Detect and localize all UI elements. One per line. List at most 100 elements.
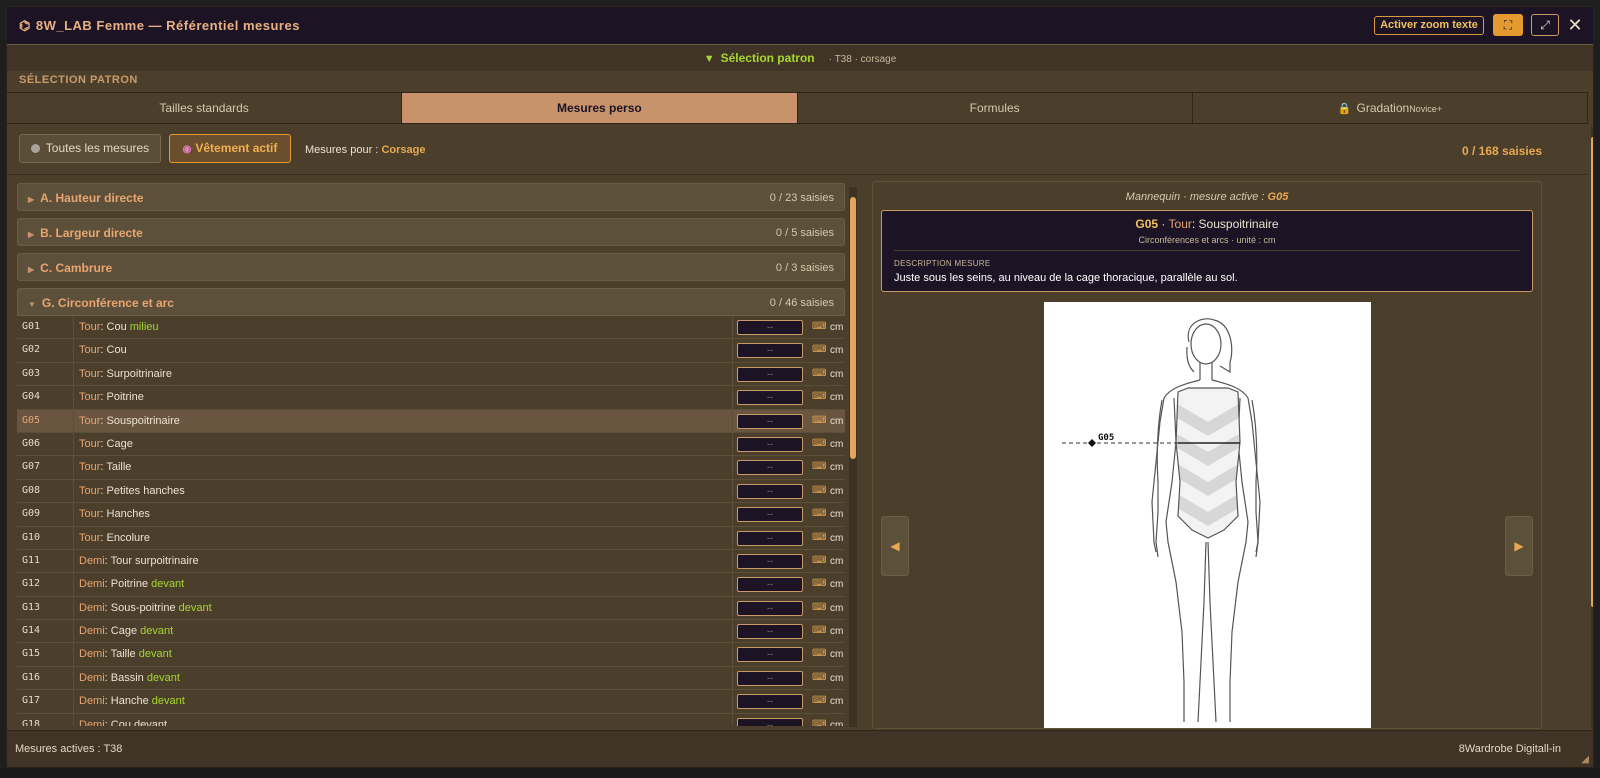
keyboard-icon[interactable]: ⌨ — [812, 485, 826, 496]
measure-code: G14 — [22, 625, 41, 637]
measure-row[interactable]: G11 Demi: Tour surpoitrinaire -- ⌨ cm — [17, 549, 845, 574]
measure-row[interactable]: G08 Tour: Petites hanches -- ⌨ cm — [17, 479, 845, 504]
measure-row[interactable]: G15 Demi: Taille devant -- ⌨ cm — [17, 643, 845, 667]
keyboard-icon[interactable]: ⌨ — [812, 438, 826, 449]
measure-row[interactable]: G09 Tour: Hanches -- ⌨ cm — [17, 503, 845, 527]
measure-value-input[interactable]: -- — [737, 460, 803, 476]
keyboard-icon[interactable]: ⌨ — [812, 415, 826, 426]
keyboard-icon[interactable]: ⌨ — [812, 391, 826, 402]
measure-row[interactable]: G14 Demi: Cage devant -- ⌨ cm — [17, 620, 845, 644]
unit-label: cm — [830, 322, 844, 333]
measure-value-input[interactable]: -- — [737, 600, 803, 616]
group-largeur-directe[interactable]: ▶ B. Largeur directe 0 / 5 saisies — [17, 218, 845, 246]
all-measures-button[interactable]: Toutes les mesures — [19, 134, 161, 163]
zoom-text-button[interactable]: Activer zoom texte — [1374, 16, 1484, 35]
unit-label: cm — [830, 626, 844, 638]
keyboard-icon[interactable]: ⌨ — [812, 719, 826, 726]
measure-value-input[interactable]: -- — [737, 717, 803, 726]
measure-code: G05 — [22, 414, 41, 426]
keyboard-icon[interactable]: ⌨ — [812, 695, 826, 706]
measure-value-input[interactable]: -- — [737, 670, 803, 686]
tab-gradation[interactable]: 🔒 GradationNovice+ — [1192, 93, 1588, 123]
page-scrollbar[interactable] — [1591, 127, 1593, 727]
active-garment-button[interactable]: ◉ Vêtement actif — [169, 134, 291, 163]
measure-row[interactable]: G02 Tour: Cou -- ⌨ cm — [17, 339, 845, 363]
window-title: ⌬ 8W_LAB Femme — Référentiel mesures — [19, 18, 300, 33]
measure-row[interactable]: G13 Demi: Sous-poitrine devant -- ⌨ cm — [17, 596, 845, 621]
page-scrollbar-thumb[interactable] — [1591, 137, 1593, 607]
list-scrollbar[interactable] — [849, 187, 857, 727]
fullscreen-button[interactable]: ⛶ — [1493, 14, 1523, 36]
unit-label: cm — [830, 368, 844, 380]
measure-value-input[interactable]: -- — [737, 413, 803, 429]
keyboard-icon[interactable]: ⌨ — [812, 344, 826, 355]
mannequin-drawing: G05 — [1062, 318, 1261, 723]
selection-title: Sélection patron — [720, 51, 815, 65]
measure-value-input[interactable]: -- — [737, 436, 803, 452]
keyboard-icon[interactable]: ⌨ — [812, 602, 826, 613]
tab-tailles-standards[interactable]: Tailles standards — [7, 93, 403, 123]
measure-row[interactable]: G12 Demi: Poitrine devant -- ⌨ cm — [17, 573, 845, 597]
keyboard-icon[interactable]: ⌨ — [812, 648, 826, 659]
measure-value-input[interactable]: -- — [737, 694, 803, 710]
measure-row[interactable]: G04 Tour: Poitrine -- ⌨ cm — [17, 386, 845, 410]
radio-dot-icon — [30, 144, 40, 153]
keyboard-icon[interactable]: ⌨ — [812, 625, 826, 636]
column-divider — [73, 526, 74, 549]
measure-value-input[interactable]: -- — [737, 483, 803, 499]
measure-value-input[interactable]: -- — [737, 343, 803, 359]
measure-row[interactable]: G16 Demi: Bassin devant -- ⌨ cm — [17, 666, 845, 691]
measure-code: G16 — [22, 671, 41, 683]
measure-row[interactable]: G03 Tour: Surpoitrinaire -- ⌨ cm — [17, 362, 845, 387]
measure-code: G15 — [22, 648, 41, 660]
resize-grip-icon[interactable]: ◢ — [1581, 754, 1589, 765]
column-divider — [73, 690, 74, 713]
measure-value-input[interactable]: -- — [737, 647, 803, 663]
keyboard-icon[interactable]: ⌨ — [812, 368, 826, 379]
next-button[interactable]: ▶ — [1505, 516, 1533, 576]
close-button[interactable]: ✕ — [1563, 14, 1587, 36]
keyboard-icon[interactable]: ⌨ — [812, 578, 826, 589]
measure-value-input[interactable]: -- — [737, 366, 803, 382]
measure-code: G09 — [22, 508, 41, 520]
list-scrollbar-thumb[interactable] — [850, 197, 856, 459]
column-divider — [73, 573, 74, 596]
measures-for: Mesures pour : Corsage — [305, 144, 426, 156]
group-hauteur-directe[interactable]: ▶ A. Hauteur directe 0 / 23 saisies — [17, 183, 845, 211]
measure-value-input[interactable]: -- — [737, 530, 803, 546]
column-divider — [732, 620, 733, 643]
active-measures-status: Mesures actives : T38 — [15, 743, 123, 755]
keyboard-icon[interactable]: ⌨ — [812, 672, 826, 683]
group-cambrure[interactable]: ▶ C. Cambrure 0 / 3 saisies — [17, 253, 845, 281]
pattern-selection-bar[interactable]: ▼ Sélection patron · T38 · corsage — [7, 45, 1593, 71]
fullscreen-icon: ⛶ — [1503, 18, 1513, 32]
expand-button[interactable]: ⤢ — [1531, 14, 1559, 36]
tab-mesures-perso[interactable]: Mesures perso — [402, 93, 798, 123]
measure-code: G11 — [22, 554, 41, 566]
measure-row[interactable]: G18 Demi: Cou devant -- ⌨ cm — [17, 713, 845, 726]
measure-row[interactable]: G05 Tour: Souspoitrinaire -- ⌨ cm — [17, 409, 845, 433]
measure-row[interactable]: G06 Tour: Cage -- ⌨ cm — [17, 432, 845, 457]
column-divider — [732, 713, 733, 726]
keyboard-icon[interactable]: ⌨ — [812, 321, 826, 332]
tab-formules[interactable]: Formules — [797, 93, 1193, 123]
measure-value-input[interactable]: -- — [737, 507, 803, 523]
column-divider — [73, 432, 74, 456]
group-circonference-arc[interactable]: ▼ G. Circonférence et arc 0 / 46 saisies — [17, 288, 845, 316]
keyboard-icon[interactable]: ⌨ — [812, 461, 826, 472]
measure-row[interactable]: G01 Tour: Cou milieu -- ⌨ cm — [17, 316, 845, 340]
measure-value-input[interactable]: -- — [737, 624, 803, 640]
measure-value-input[interactable]: -- — [737, 577, 803, 593]
keyboard-icon[interactable]: ⌨ — [812, 532, 826, 543]
measure-value-input[interactable]: -- — [737, 320, 803, 335]
previous-button[interactable]: ◀ — [881, 516, 909, 576]
app-window: ⌬ 8W_LAB Femme — Référentiel mesures Acti… — [6, 6, 1594, 768]
keyboard-icon[interactable]: ⌨ — [812, 508, 826, 519]
unit-label: cm — [830, 485, 844, 497]
measure-row[interactable]: G07 Tour: Taille -- ⌨ cm — [17, 456, 845, 480]
measure-row[interactable]: G17 Demi: Hanche devant -- ⌨ cm — [17, 690, 845, 714]
measure-value-input[interactable]: -- — [737, 553, 803, 569]
keyboard-icon[interactable]: ⌨ — [812, 555, 826, 566]
measure-row[interactable]: G10 Tour: Encolure -- ⌨ cm — [17, 526, 845, 550]
measure-value-input[interactable]: -- — [737, 390, 803, 406]
